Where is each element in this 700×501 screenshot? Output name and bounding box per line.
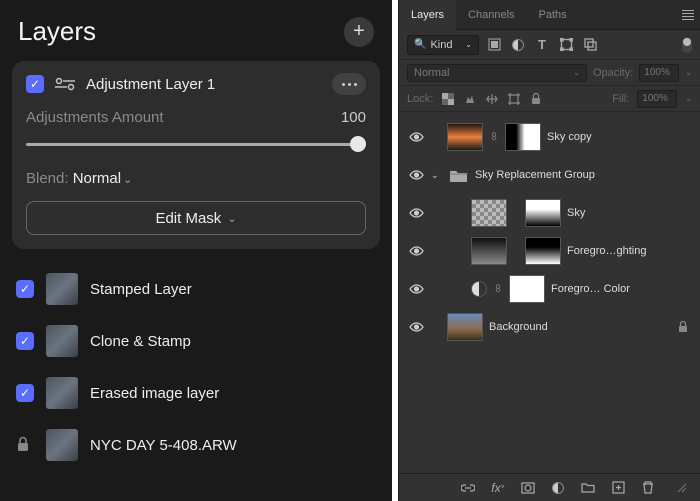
layer-name: Clone & Stamp bbox=[90, 333, 191, 350]
layer-thumbnail bbox=[447, 123, 483, 151]
panel-menu-icon[interactable] bbox=[676, 10, 700, 20]
adjustment-layer-name[interactable]: Adjustment Layer 1 bbox=[86, 76, 322, 93]
filter-type-icon[interactable]: T bbox=[533, 36, 551, 54]
layer-name: Foregro… Color bbox=[551, 283, 692, 295]
layer-name: Sky copy bbox=[547, 131, 692, 143]
fx-icon[interactable]: fx˅ bbox=[490, 480, 506, 496]
filter-toggle[interactable] bbox=[682, 37, 692, 53]
group-icon[interactable] bbox=[580, 480, 596, 496]
lock-image-icon[interactable] bbox=[463, 92, 477, 106]
opacity-input[interactable] bbox=[639, 64, 679, 82]
link-icon: 𝟾 bbox=[489, 131, 499, 144]
mask-thumbnail bbox=[509, 275, 545, 303]
kind-select[interactable]: 🔍Kind⌄ bbox=[407, 35, 479, 55]
tab-channels[interactable]: Channels bbox=[456, 0, 526, 30]
layer-thumbnail bbox=[46, 273, 78, 305]
lock-all-icon[interactable] bbox=[529, 92, 543, 106]
link-layers-icon[interactable] bbox=[460, 480, 476, 496]
adjustment-icon bbox=[471, 281, 487, 297]
adjustment-visibility-checkbox[interactable]: ✓ bbox=[26, 75, 44, 93]
filter-shape-icon[interactable] bbox=[557, 36, 575, 54]
tab-paths[interactable]: Paths bbox=[527, 0, 579, 30]
layer-thumbnail bbox=[46, 325, 78, 357]
opacity-label: Opacity: bbox=[593, 67, 633, 79]
layer-thumbnail bbox=[447, 313, 483, 341]
lock-label: Lock: bbox=[407, 93, 433, 105]
filter-pixel-icon[interactable] bbox=[485, 36, 503, 54]
delete-icon[interactable] bbox=[640, 480, 656, 496]
layer-name: Sky Replacement Group bbox=[475, 169, 692, 181]
mask-icon[interactable] bbox=[520, 480, 536, 496]
panel-title: Layers bbox=[18, 16, 96, 47]
blend-mode-select[interactable]: Blend: Normal⌄ bbox=[26, 170, 366, 187]
layer-row[interactable]: ✓ Stamped Layer bbox=[12, 263, 380, 315]
fill-label: Fill: bbox=[612, 93, 629, 105]
layer-checkbox[interactable]: ✓ bbox=[16, 384, 34, 402]
add-layer-button[interactable]: + bbox=[344, 17, 374, 47]
layer-group-row[interactable]: ⌄ Sky Replacement Group bbox=[399, 156, 700, 194]
layer-row[interactable]: 𝟾 Sky copy bbox=[399, 118, 700, 156]
filter-adjustment-icon[interactable] bbox=[509, 36, 527, 54]
lock-transparency-icon[interactable] bbox=[441, 92, 455, 106]
lock-artboard-icon[interactable] bbox=[507, 92, 521, 106]
link-icon: 𝟾 bbox=[493, 283, 503, 296]
filter-bar: 🔍Kind⌄ T bbox=[399, 30, 700, 60]
amount-label: Adjustments Amount bbox=[26, 109, 164, 126]
edit-mask-button[interactable]: Edit Mask⌄ bbox=[26, 201, 366, 235]
left-panel: Layers + ✓ Adjustment Layer 1 Adjustment… bbox=[0, 0, 392, 501]
layer-thumbnail bbox=[46, 377, 78, 409]
layer-thumbnail bbox=[46, 429, 78, 461]
blend-mode-select[interactable]: Normal⌄ bbox=[407, 64, 587, 82]
layer-name: Foregro…ghting bbox=[567, 245, 692, 257]
layer-row[interactable]: ✓ Erased image layer bbox=[12, 367, 380, 419]
blend-options: Normal⌄ Opacity: ⌄ bbox=[399, 60, 700, 86]
amount-value: 100 bbox=[341, 109, 366, 126]
layer-name: Sky bbox=[567, 207, 692, 219]
layer-list: 𝟾 Sky copy ⌄ Sky Replacement Group Sky F… bbox=[399, 112, 700, 473]
layer-row[interactable]: ✓ Clone & Stamp bbox=[12, 315, 380, 367]
lock-icon bbox=[678, 321, 692, 333]
fill-input[interactable] bbox=[637, 90, 677, 108]
mask-thumbnail bbox=[505, 123, 541, 151]
adjustment-layer-card: ✓ Adjustment Layer 1 Adjustments Amount … bbox=[12, 61, 380, 249]
bottom-toolbar: fx˅ bbox=[399, 473, 700, 501]
tab-layers[interactable]: Layers bbox=[399, 0, 456, 30]
lock-icon bbox=[16, 436, 34, 454]
visibility-icon[interactable] bbox=[407, 242, 425, 260]
layer-row[interactable]: Background bbox=[399, 308, 700, 346]
visibility-icon[interactable] bbox=[407, 128, 425, 146]
visibility-icon[interactable] bbox=[407, 204, 425, 222]
layer-thumbnail bbox=[471, 199, 507, 227]
layer-name: Stamped Layer bbox=[90, 281, 192, 298]
filter-smart-icon[interactable] bbox=[581, 36, 599, 54]
right-panel: Layers Channels Paths 🔍Kind⌄ T Normal⌄ O… bbox=[398, 0, 700, 501]
layer-name: Background bbox=[489, 321, 672, 333]
new-layer-icon[interactable] bbox=[610, 480, 626, 496]
lock-bar: Lock: Fill: ⌄ bbox=[399, 86, 700, 112]
more-button[interactable] bbox=[332, 73, 366, 95]
visibility-icon[interactable] bbox=[407, 318, 425, 336]
mask-thumbnail bbox=[525, 237, 561, 265]
panel-tabs: Layers Channels Paths bbox=[399, 0, 700, 30]
layer-row[interactable]: 𝟾 Foregro… Color bbox=[399, 270, 700, 308]
adjustment-layer-icon[interactable] bbox=[550, 480, 566, 496]
layer-row[interactable]: Sky bbox=[399, 194, 700, 232]
adjustment-icon bbox=[54, 73, 76, 95]
visibility-icon[interactable] bbox=[407, 166, 425, 184]
resize-icon[interactable] bbox=[674, 480, 690, 496]
layer-checkbox[interactable]: ✓ bbox=[16, 332, 34, 350]
folder-icon bbox=[449, 167, 469, 183]
layer-name: NYC DAY 5-408.ARW bbox=[90, 437, 237, 454]
amount-slider[interactable] bbox=[26, 136, 366, 152]
visibility-icon[interactable] bbox=[407, 280, 425, 298]
layer-thumbnail bbox=[471, 237, 507, 265]
expand-icon[interactable]: ⌄ bbox=[431, 170, 443, 181]
mask-thumbnail bbox=[525, 199, 561, 227]
layer-checkbox[interactable]: ✓ bbox=[16, 280, 34, 298]
layer-row[interactable]: NYC DAY 5-408.ARW bbox=[12, 419, 380, 471]
lock-position-icon[interactable] bbox=[485, 92, 499, 106]
layer-name: Erased image layer bbox=[90, 385, 219, 402]
layer-row[interactable]: Foregro…ghting bbox=[399, 232, 700, 270]
